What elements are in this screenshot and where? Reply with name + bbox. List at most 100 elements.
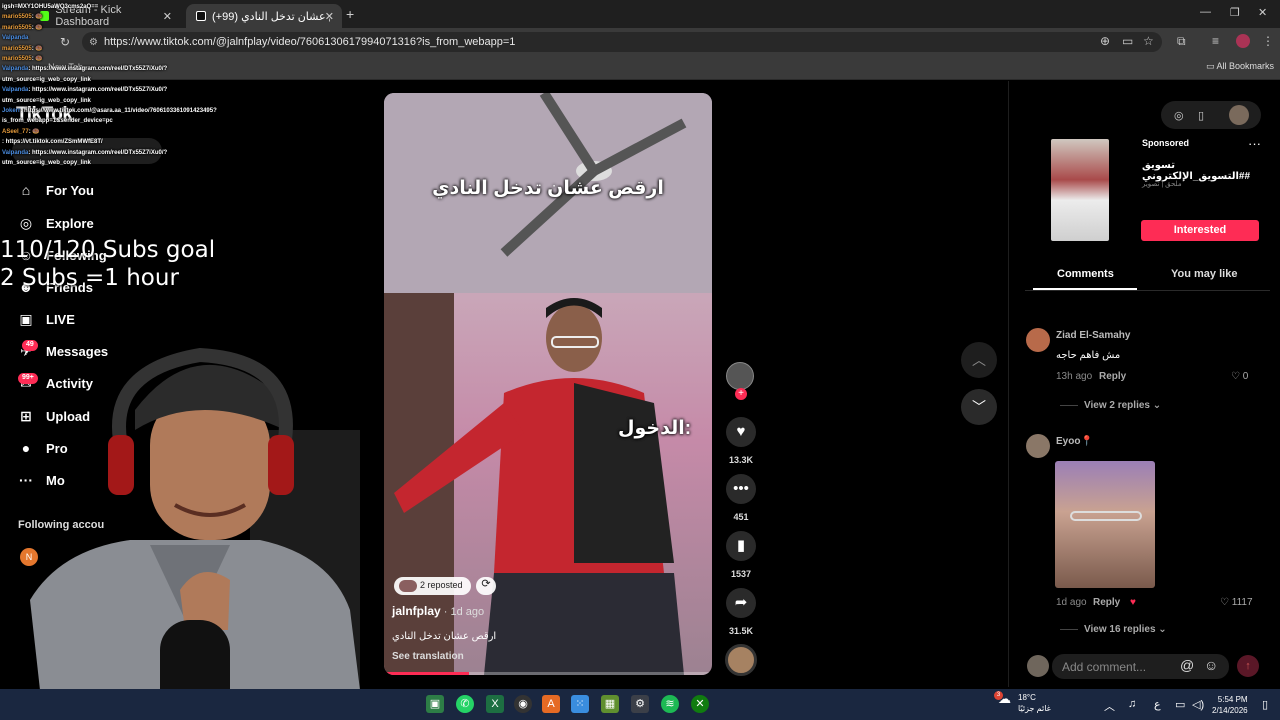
commenter-name[interactable]: Ziad El-Samahy — [1056, 330, 1130, 341]
minecraft-icon[interactable]: ▦ — [601, 695, 619, 713]
chat-text: : https://vt.tiktok.com/ZSmMWfE8T/ — [2, 139, 103, 146]
cast-icon[interactable]: ▭ — [1122, 34, 1133, 48]
obs-icon[interactable]: ◉ — [514, 695, 532, 713]
sidebar-item-for-you[interactable]: ⌂ For You — [18, 180, 94, 200]
app-grid-icon[interactable]: ⁙ — [571, 695, 589, 713]
xbox-icon[interactable]: ✕ — [691, 695, 709, 713]
weather-widget[interactable]: ☁ 3 18°C غائم جزئيًا — [994, 691, 1051, 714]
compass-icon[interactable]: ◎ — [1174, 109, 1184, 122]
comment-like[interactable]: ♡ 0 — [1231, 371, 1248, 382]
excel-icon[interactable]: X — [486, 695, 504, 713]
chat-message: ASeel_77: 🍩 — [2, 129, 40, 136]
tab-comments[interactable]: Comments — [1057, 268, 1114, 280]
whatsapp-icon[interactable]: ✆ — [456, 695, 474, 713]
chat-message: utm_source=ig_web_copy_link — [2, 98, 91, 105]
video-progress-fill — [384, 672, 470, 675]
share-count: 31.5K — [728, 626, 754, 636]
like-heart-icon[interactable]: ♥ — [726, 417, 756, 447]
more-dots-icon[interactable]: ··· — [1248, 136, 1261, 151]
chat-text: : 🍩 — [28, 128, 40, 135]
next-video-chevron-down-icon[interactable]: ﹀ — [961, 389, 997, 425]
video-author[interactable]: jalnfplay · 1d ago — [392, 604, 484, 618]
zoom-icon[interactable]: ⊕ — [1100, 34, 1110, 48]
reposter-avatars — [399, 580, 417, 592]
subs-goal-overlay: 110/120 Subs goal 2 Subs =1 hour — [0, 236, 215, 292]
video-progress-bar[interactable] — [384, 672, 712, 675]
menu-dots-icon[interactable]: ⋮ — [1262, 34, 1274, 48]
chat-username: Valpanda — [2, 149, 29, 156]
bookmark-icon[interactable]: ▮ — [726, 531, 756, 561]
commenter-name[interactable]: Eyoo📍 — [1056, 436, 1093, 447]
chat-username: Valpanda — [2, 87, 29, 94]
sidebar-item-explore[interactable]: ◎ Explore — [18, 213, 94, 233]
chat-message: mario5505: 🍩 — [2, 46, 43, 53]
site-info-icon[interactable]: ⚙ — [89, 37, 98, 48]
settings-gear-icon[interactable]: ⚙ — [631, 695, 649, 713]
chevron-up-icon[interactable]: ︿ — [1104, 698, 1115, 714]
close-window-icon[interactable]: ✕ — [1258, 6, 1267, 19]
minimize-icon[interactable]: — — [1200, 6, 1211, 18]
view-replies-button[interactable]: View 2 replies ⌄ — [1060, 400, 1161, 411]
network-icon[interactable]: ▭ — [1175, 698, 1185, 711]
chat-text: : 🍩 — [31, 24, 43, 31]
commenter-avatar[interactable] — [1026, 434, 1050, 458]
reply-button[interactable]: Reply — [1093, 597, 1120, 608]
app-a-icon[interactable]: A — [542, 695, 560, 713]
creator-avatar[interactable] — [726, 362, 754, 390]
sidebar-item-label: LIVE — [46, 311, 75, 327]
notifications-icon[interactable]: ▯ — [1262, 698, 1268, 711]
repost-icon[interactable]: ⟳ — [476, 577, 496, 595]
clock[interactable]: 5:54 PM 2/14/2026 — [1212, 694, 1248, 716]
previous-video-chevron-up-icon[interactable]: ︿ — [961, 342, 997, 378]
spotify-icon[interactable]: ≋ — [661, 695, 679, 713]
mention-at-icon[interactable]: @ — [1180, 657, 1194, 673]
like-count: 13.3K — [728, 455, 754, 465]
tab-you-may-like[interactable]: You may like — [1171, 268, 1237, 280]
phone-icon[interactable]: ▯ — [1198, 109, 1204, 122]
reload-icon[interactable]: ↻ — [60, 35, 70, 49]
user-avatar[interactable] — [1229, 105, 1249, 125]
new-tab-plus-icon[interactable]: + — [346, 6, 354, 22]
comment-count: 451 — [733, 512, 749, 522]
bookmark-star-icon[interactable]: ☆ — [1143, 34, 1154, 48]
chat-text: : 🍩 — [31, 45, 43, 52]
close-icon[interactable]: ✕ — [163, 10, 172, 23]
share-icon[interactable]: ➦ — [726, 588, 756, 618]
bookmark-count: 1537 — [730, 569, 752, 579]
video-player[interactable]: ارقص عشان تدخل النادي الدخول: 2 reposted… — [384, 93, 712, 675]
view-replies-button[interactable]: View 16 replies ⌄ — [1060, 624, 1167, 635]
reposted-pill[interactable]: 2 reposted — [394, 577, 471, 595]
interested-button[interactable]: Interested — [1141, 220, 1259, 241]
volume-icon[interactable]: ◁) — [1192, 698, 1204, 711]
follow-plus-icon[interactable]: + — [735, 388, 747, 400]
microphone-icon[interactable]: ♫ — [1128, 698, 1136, 710]
close-icon[interactable]: ✕ — [325, 10, 334, 23]
tab-divider — [1025, 290, 1270, 291]
restore-icon[interactable]: ❐ — [1230, 6, 1240, 19]
send-arrow-icon[interactable]: ↑ — [1237, 655, 1259, 677]
reply-button[interactable]: Reply — [1099, 371, 1126, 382]
sound-disc-icon[interactable] — [725, 644, 757, 676]
sidebar-item-live[interactable]: ▣ LIVE — [18, 309, 75, 329]
ad-title[interactable]: تسويق #التسويق_الإلكتروني# — [1142, 160, 1280, 182]
sponsored-ad-thumbnail[interactable] — [1051, 139, 1109, 241]
chat-username: Valpanda — [2, 35, 29, 42]
media-icon[interactable]: ≡ — [1212, 34, 1219, 48]
comment-image[interactable] — [1055, 461, 1155, 588]
tab-tiktok-video[interactable]: ارقص عشان تدخل النادي (99+) | ✕ — [186, 4, 342, 28]
url-field[interactable]: ⚙ https://www.tiktok.com/@jalnfplay/vide… — [82, 32, 1162, 52]
xbox-app-icon[interactable]: ▣ — [426, 695, 444, 713]
ad-subtitle: ملحق | تصوير — [1142, 181, 1182, 188]
comment-like[interactable]: ♡ 1117 — [1220, 597, 1253, 608]
chat-text: : 🍩 — [31, 56, 43, 62]
chat-text: : https://www.instagram.com/reel/DTx55Z7… — [28, 149, 168, 156]
comment-icon[interactable]: ••• — [726, 474, 756, 504]
all-bookmarks[interactable]: ▭ All Bookmarks — [1206, 61, 1274, 72]
add-comment-input[interactable]: Add comment... — [1052, 654, 1229, 679]
extensions-icon[interactable]: ⧉ — [1177, 34, 1186, 49]
see-translation-link[interactable]: See translation — [392, 651, 464, 662]
commenter-avatar[interactable] — [1026, 328, 1050, 352]
browser-profile-avatar[interactable] — [1236, 34, 1250, 48]
emoji-icon[interactable]: ☺ — [1204, 657, 1218, 673]
language-indicator[interactable]: ع — [1154, 698, 1161, 711]
